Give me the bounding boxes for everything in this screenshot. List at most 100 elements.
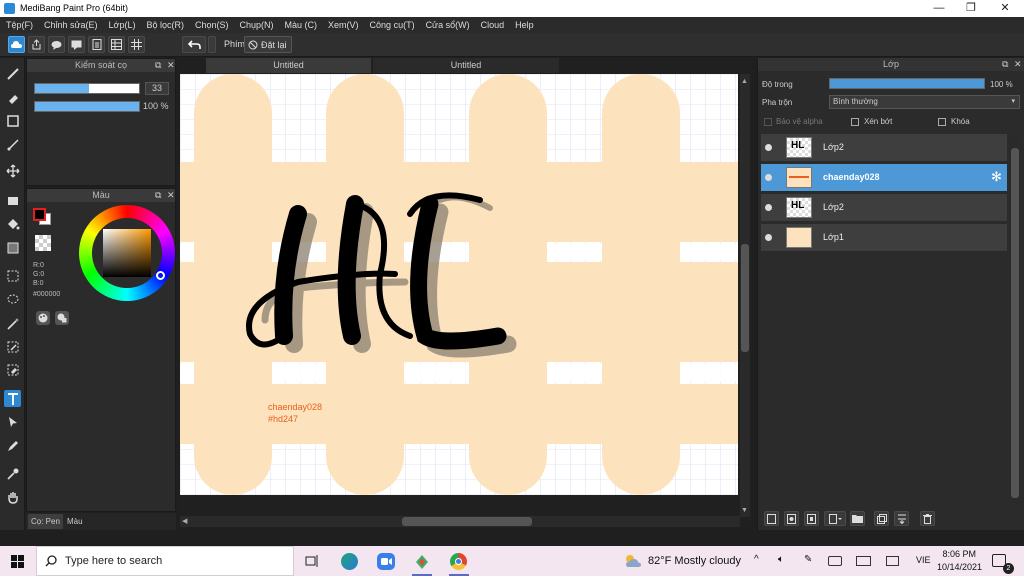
bucket-fill-icon[interactable] <box>4 215 21 232</box>
layer-row[interactable]: Lớp1 <box>761 224 1007 252</box>
clipping-checkbox[interactable] <box>851 118 859 126</box>
shape-tool-icon[interactable] <box>4 112 21 129</box>
menu-window[interactable]: Cửa sổ(W) <box>426 20 470 30</box>
new-halftone-layer-icon[interactable] <box>784 511 799 526</box>
select-pen-icon[interactable] <box>4 338 21 355</box>
visibility-icon[interactable] <box>765 234 772 241</box>
menu-edit[interactable]: Chỉnh sửa(E) <box>44 20 98 30</box>
panel-close-icon[interactable]: ✕ <box>167 189 175 202</box>
tab-color[interactable]: Màu <box>64 514 86 529</box>
keyboard-icon[interactable] <box>856 556 871 566</box>
menu-capture[interactable]: Chụp(N) <box>240 20 274 30</box>
vertical-scrollbar[interactable]: ▲ ▼ <box>740 74 750 517</box>
zoom-app-icon[interactable] <box>377 553 395 570</box>
operation-tool-icon[interactable] <box>4 413 21 430</box>
menu-color[interactable]: Màu (C) <box>285 20 318 30</box>
weather-icon[interactable] <box>624 554 642 570</box>
grid-icon[interactable] <box>128 36 145 53</box>
weather-text[interactable]: 82°F Mostly cloudy <box>648 555 741 567</box>
brush-tool-icon[interactable] <box>4 65 21 82</box>
line-tool-icon[interactable] <box>4 136 21 153</box>
volume-icon[interactable]: 🔈︎ <box>778 554 784 565</box>
trash-icon[interactable] <box>920 511 935 526</box>
visibility-icon[interactable] <box>765 144 772 151</box>
select-eraser-icon[interactable] <box>4 361 21 378</box>
undock-icon[interactable]: ⧉ <box>155 189 161 202</box>
layer-row[interactable]: HL Lớp2 <box>761 134 1007 162</box>
horizontal-scrollbar[interactable]: ◀ <box>180 516 740 527</box>
undock-icon[interactable]: ⧉ <box>155 59 161 72</box>
chevron-up-icon[interactable]: ^ <box>754 554 759 565</box>
taskbar-search-box[interactable]: Type here to search <box>36 546 294 576</box>
rectangle-fill-icon[interactable] <box>4 192 21 209</box>
add-layer-dropdown-icon[interactable] <box>824 511 846 526</box>
menu-cloud[interactable]: Cloud <box>481 20 505 30</box>
new-8bit-layer-icon[interactable] <box>804 511 819 526</box>
medibang-app-icon[interactable] <box>413 553 431 570</box>
magic-wand-icon[interactable] <box>4 315 21 332</box>
brush-size-value[interactable]: 33 <box>145 82 169 95</box>
clock-time[interactable]: 8:06 PM <box>942 549 976 559</box>
scroll-left-icon[interactable]: ◀ <box>182 517 187 525</box>
menu-help[interactable]: Help <box>515 20 534 30</box>
lasso-tool-icon[interactable] <box>4 291 21 308</box>
redo-handle[interactable] <box>208 36 216 53</box>
windows-start-icon[interactable] <box>11 555 24 570</box>
document-icon[interactable] <box>88 36 105 53</box>
document-tab-1[interactable]: Untitled <box>206 58 371 73</box>
document-tab-2[interactable]: Untitled <box>373 58 559 73</box>
color-settings-icon[interactable] <box>55 311 69 325</box>
chrome-browser-icon[interactable] <box>450 553 467 570</box>
pen-tool-icon[interactable] <box>4 437 21 454</box>
undock-icon[interactable]: ⧉ <box>1002 58 1008 71</box>
new-layer-icon[interactable] <box>764 511 779 526</box>
hue-handle[interactable] <box>156 271 165 280</box>
saturation-box[interactable] <box>103 229 151 277</box>
scroll-up-icon[interactable]: ▲ <box>741 78 748 85</box>
drawing-canvas[interactable]: chaenday028 #hd247 <box>180 74 738 495</box>
display-icon[interactable] <box>886 556 899 566</box>
folder-icon[interactable] <box>850 511 865 526</box>
layer-scrollbar[interactable] <box>1010 138 1020 508</box>
text-tool-icon[interactable] <box>4 390 21 407</box>
cloud-icon[interactable] <box>8 36 25 53</box>
gradient-tool-icon[interactable] <box>4 239 21 256</box>
menu-file[interactable]: Tệp(F) <box>6 20 33 30</box>
layer-row[interactable]: HL Lớp2 <box>761 194 1007 222</box>
menu-view[interactable]: Xem(V) <box>328 20 359 30</box>
panel-close-icon[interactable]: ✕ <box>167 59 175 72</box>
merge-down-icon[interactable] <box>894 511 909 526</box>
vertical-scroll-thumb[interactable] <box>741 244 749 352</box>
close-button[interactable]: ✕ <box>990 1 1020 16</box>
undo-icon[interactable] <box>182 36 206 53</box>
language-indicator[interactable]: VIE <box>916 555 931 565</box>
duplicate-icon[interactable] <box>874 511 889 526</box>
scroll-down-icon[interactable]: ▼ <box>741 507 748 514</box>
move-tool-icon[interactable] <box>4 162 21 179</box>
layer-opacity-slider[interactable] <box>829 78 985 89</box>
maximize-button[interactable]: ❐ <box>956 1 986 16</box>
layer-scroll-thumb[interactable] <box>1011 148 1019 498</box>
brush-opacity-slider[interactable] <box>34 101 140 112</box>
edge-browser-icon[interactable] <box>341 553 358 570</box>
share-icon[interactable] <box>28 36 45 53</box>
pen-icon[interactable]: ✎ <box>804 554 812 565</box>
cloud-sync-icon[interactable] <box>828 556 842 566</box>
blend-mode-select[interactable]: Bình thường ▾ <box>829 95 1020 109</box>
gear-icon[interactable]: ✻ <box>991 169 1002 185</box>
eraser-tool-icon[interactable] <box>4 89 21 106</box>
lock-checkbox[interactable] <box>938 118 946 126</box>
eyedropper-icon[interactable] <box>4 465 21 482</box>
menu-filter[interactable]: Bộ lọc(R) <box>146 20 184 30</box>
transparent-color-swatch[interactable] <box>35 235 51 251</box>
menu-select[interactable]: Chọn(S) <box>195 20 229 30</box>
visibility-icon[interactable] <box>765 174 772 181</box>
minimize-button[interactable]: — <box>924 1 954 16</box>
menu-tools[interactable]: Công cụ(T) <box>370 20 415 30</box>
task-view-icon[interactable] <box>305 554 319 570</box>
tab-brush[interactable]: Cọ: Pen <box>28 514 63 529</box>
brush-size-slider[interactable] <box>34 83 140 94</box>
comment-icon[interactable] <box>48 36 65 53</box>
select-rect-icon[interactable] <box>4 267 21 284</box>
hand-tool-icon[interactable] <box>4 488 21 505</box>
